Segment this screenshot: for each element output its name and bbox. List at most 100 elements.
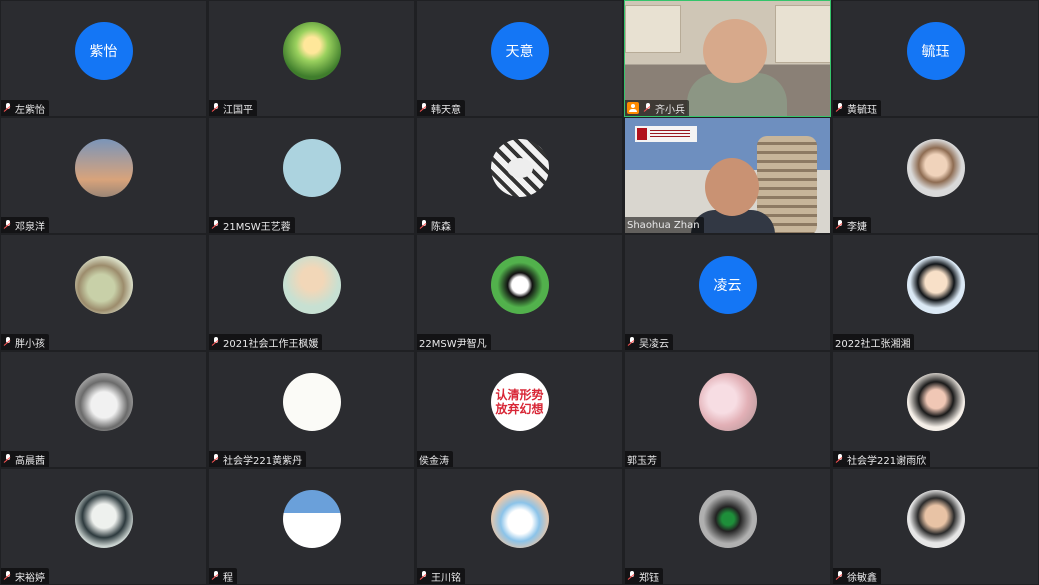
bunny-photo-icon	[74, 256, 133, 314]
participant-name: 邓泉洋	[15, 221, 45, 233]
participant-name-bar: 黄毓珏	[833, 100, 881, 116]
participant-name: 江国平	[223, 104, 253, 116]
forest-photo-icon	[282, 22, 341, 80]
participant-name: 郭玉芳	[627, 455, 657, 467]
participant-name: 社会学221谢雨欣	[847, 455, 927, 467]
host-badge-icon	[627, 102, 639, 114]
person-face	[705, 158, 759, 216]
participant-name: 郑钰	[639, 572, 659, 584]
participant-name: 社会学221黄紫丹	[223, 455, 303, 467]
participant-tile[interactable]: 社会学221谢雨欣	[832, 351, 1039, 468]
participant-name-bar: Shaohua Zhan	[625, 217, 704, 233]
participant-tile[interactable]: 宋裕婷	[0, 468, 207, 585]
avatar: 凌云	[698, 256, 757, 314]
participant-tile[interactable]: 22MSW尹智凡	[416, 234, 623, 351]
participant-name-bar: 2021社会工作王枫媛	[209, 334, 323, 350]
participant-name: 侯金涛	[419, 455, 449, 467]
participant-name: 吴凌云	[639, 338, 669, 350]
participant-name-bar: 2022社工张湘湘	[833, 334, 915, 350]
participant-name-bar: 韩天意	[417, 100, 465, 116]
participant-tile[interactable]: 李婕	[832, 117, 1039, 234]
participant-name-bar: 郭玉芳	[625, 451, 661, 467]
participant-tile[interactable]: 王川铭	[416, 468, 623, 585]
participant-tile[interactable]: 徐敏鑫	[832, 468, 1039, 585]
participant-tile[interactable]: 江国平	[208, 0, 415, 117]
avatar: 毓珏	[906, 22, 965, 80]
woman-portrait-icon	[906, 373, 965, 431]
participant-name: Shaohua Zhan	[627, 219, 700, 231]
microphone-muted-icon	[419, 103, 429, 113]
participant-name-bar: 江国平	[209, 100, 257, 116]
participant-name: 齐小兵	[655, 104, 685, 116]
cup-photo-icon	[490, 139, 549, 197]
participant-tile[interactable]: 齐小兵	[624, 0, 831, 117]
participant-tile[interactable]: 社会学221黄紫丹	[208, 351, 415, 468]
participant-tile[interactable]: 郑钰	[624, 468, 831, 585]
participant-tile[interactable]: 高晨茜	[0, 351, 207, 468]
participant-tile[interactable]: 凌云吴凌云	[624, 234, 831, 351]
microphone-muted-icon	[835, 454, 845, 464]
microphone-muted-icon	[643, 103, 653, 113]
participant-tile[interactable]: 陈森	[416, 117, 623, 234]
bookshelf	[625, 5, 681, 53]
participant-name-bar: 李婕	[833, 217, 871, 233]
participant-name-bar: 徐敏鑫	[833, 568, 881, 584]
participant-name-bar: 吴凌云	[625, 334, 673, 350]
microphone-muted-icon	[211, 454, 221, 464]
penguin-photo-icon	[490, 256, 549, 314]
participant-name-bar: 宋裕婷	[1, 568, 49, 584]
participant-tile[interactable]: 程	[208, 468, 415, 585]
microphone-muted-icon	[3, 337, 13, 347]
participant-name-bar: 郑钰	[625, 568, 663, 584]
participant-tile[interactable]: 2021社会工作王枫媛	[208, 234, 415, 351]
participant-name: 黄毓珏	[847, 104, 877, 116]
microphone-muted-icon	[627, 337, 637, 347]
avatar: 紫怡	[74, 22, 133, 80]
participant-name-bar: 胖小孩	[1, 334, 49, 350]
microphone-muted-icon	[627, 571, 637, 581]
participant-tile[interactable]: 邓泉洋	[0, 117, 207, 234]
participant-name: 左紫怡	[15, 104, 45, 116]
person-face	[703, 19, 767, 83]
microphone-muted-icon	[211, 220, 221, 230]
microphone-muted-icon	[419, 220, 429, 230]
participant-name: 2021社会工作王枫媛	[223, 338, 319, 350]
participant-tile[interactable]: 毓珏黄毓珏	[832, 0, 1039, 117]
microphone-muted-icon	[3, 103, 13, 113]
participant-name: 陈森	[431, 221, 451, 233]
microphone-muted-icon	[835, 571, 845, 581]
participant-name-bar: 邓泉洋	[1, 217, 49, 233]
participant-name: 宋裕婷	[15, 572, 45, 584]
participant-tile[interactable]: 2022社工张湘湘	[832, 234, 1039, 351]
participant-tile[interactable]: 认清形势 放弃幻想 侯金涛	[416, 351, 623, 468]
avatar: 天意	[490, 22, 549, 80]
microphone-muted-icon	[835, 220, 845, 230]
participant-name: 程	[223, 572, 233, 584]
participant-name-bar: 社会学221黄紫丹	[209, 451, 307, 467]
anime-character-icon	[74, 490, 133, 548]
participant-name: 21MSW王艺蓉	[223, 221, 291, 233]
microphone-muted-icon	[211, 103, 221, 113]
participant-tile[interactable]: 天意韩天意	[416, 0, 623, 117]
microphone-muted-icon	[3, 454, 13, 464]
participant-tile[interactable]: Shaohua Zhan	[624, 117, 831, 234]
cartoon-boy-icon	[906, 256, 965, 314]
participant-name: 李婕	[847, 221, 867, 233]
participant-name: 王川铭	[431, 572, 461, 584]
flower-drawing-icon	[282, 373, 341, 431]
boy-portrait-icon	[906, 490, 965, 548]
light-blue-circle-icon	[282, 139, 341, 197]
participant-name-bar: 齐小兵	[625, 100, 689, 116]
microphone-muted-icon	[835, 103, 845, 113]
microphone-muted-icon	[211, 337, 221, 347]
participant-name-bar: 侯金涛	[417, 451, 453, 467]
participant-tile[interactable]: 21MSW王艺蓉	[208, 117, 415, 234]
participant-tile[interactable]: 郭玉芳	[624, 351, 831, 468]
participant-name-bar: 22MSW尹智凡	[417, 334, 491, 350]
girl-drawing-icon	[282, 256, 341, 314]
participant-tile[interactable]: 胖小孩	[0, 234, 207, 351]
participant-tile[interactable]: 紫怡左紫怡	[0, 0, 207, 117]
participant-name-bar: 程	[209, 568, 237, 584]
participant-name-bar: 社会学221谢雨欣	[833, 451, 931, 467]
participant-name: 高晨茜	[15, 455, 45, 467]
